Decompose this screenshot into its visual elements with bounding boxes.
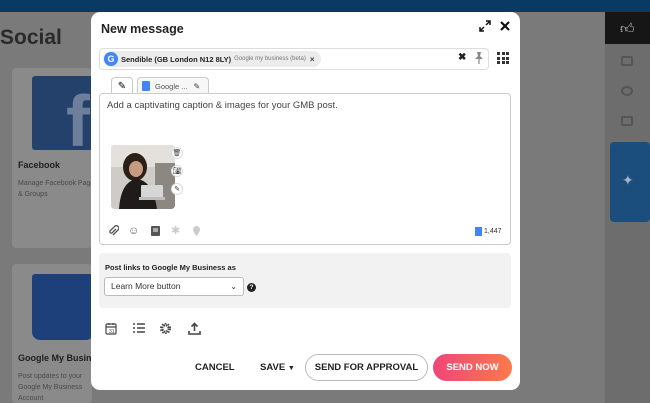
attached-image[interactable] bbox=[111, 145, 175, 209]
account-name: Sendible (GB London N12 8LY) bbox=[121, 54, 232, 64]
svg-text:31: 31 bbox=[109, 329, 115, 335]
attachment-icon[interactable] bbox=[108, 225, 120, 240]
save-label: SAVE bbox=[260, 362, 286, 373]
right-rail: 👍︎ ✦ bbox=[605, 12, 650, 403]
tab-google[interactable]: Google ... ✎ bbox=[137, 77, 209, 94]
thumbs-up-icon: 👍︎ bbox=[620, 20, 635, 36]
send-now-button[interactable]: SEND NOW bbox=[433, 354, 512, 381]
gmb-flag-icon bbox=[142, 81, 150, 91]
char-count: 1,447 bbox=[484, 228, 502, 235]
character-counter: 1,447 bbox=[475, 227, 502, 236]
facebook-logo-icon: f bbox=[32, 76, 94, 162]
calendar-icon[interactable]: 31 bbox=[105, 322, 119, 336]
top-bar bbox=[0, 0, 650, 12]
caption-placeholder[interactable]: Add a captivating caption & images for y… bbox=[107, 100, 338, 111]
save-button[interactable]: SAVE ▼ bbox=[260, 362, 295, 373]
emoji-icon[interactable]: ☺ bbox=[128, 225, 139, 237]
hide-icon[interactable]: ✱ bbox=[171, 225, 180, 237]
new-message-modal: New message G Sendible (GB London N12 8L… bbox=[91, 12, 520, 390]
pin-icon[interactable] bbox=[473, 51, 485, 65]
modal-title: New message bbox=[101, 22, 184, 36]
facebook-card-name: Facebook bbox=[18, 160, 61, 170]
post-links-label: Post links to Google My Business as bbox=[105, 263, 236, 272]
chevron-down-icon: ⌄ bbox=[230, 282, 237, 291]
gmb-card[interactable]: Google My Business Post updates to your … bbox=[12, 264, 107, 403]
google-avatar-icon: G bbox=[104, 52, 118, 66]
edit-tab-icon[interactable]: ✎ bbox=[194, 82, 201, 91]
edit-image-icon[interactable]: ✎ bbox=[171, 183, 183, 195]
page-title: Social bbox=[0, 26, 62, 49]
clear-accounts-icon[interactable]: ✖ bbox=[458, 52, 466, 63]
delete-image-icon[interactable]: 🗑︎ bbox=[171, 147, 183, 159]
cancel-button[interactable]: CANCEL bbox=[195, 362, 235, 373]
library-icon[interactable] bbox=[150, 225, 161, 240]
gmb-flag-icon bbox=[475, 227, 482, 236]
remove-account-icon[interactable]: × bbox=[310, 55, 315, 64]
facebook-card[interactable]: f Facebook Manage Facebook Pages & Group… bbox=[12, 68, 98, 248]
send-for-approval-button[interactable]: SEND FOR APPROVAL bbox=[305, 354, 428, 381]
account-selector[interactable]: G Sendible (GB London N12 8LY) Google my… bbox=[99, 48, 489, 70]
upload-icon[interactable] bbox=[188, 322, 202, 336]
rail-icon bbox=[621, 116, 633, 126]
tab-compose[interactable]: ✎ bbox=[111, 77, 133, 94]
account-chip[interactable]: G Sendible (GB London N12 8LY) Google my… bbox=[103, 51, 321, 67]
rail-icon bbox=[621, 86, 633, 96]
tab-google-label: Google ... bbox=[155, 81, 188, 91]
caret-down-icon: ▼ bbox=[287, 365, 295, 372]
expand-icon[interactable] bbox=[479, 20, 491, 35]
post-links-select[interactable]: Learn More button ⌄ bbox=[104, 277, 244, 296]
camera-icon[interactable]: 📷︎ bbox=[171, 165, 183, 177]
message-editor[interactable]: Add a captivating caption & images for y… bbox=[99, 93, 511, 245]
list-icon[interactable] bbox=[132, 322, 146, 336]
post-links-selected: Learn More button bbox=[111, 281, 181, 291]
post-links-section: Post links to Google My Business as Lear… bbox=[99, 253, 511, 308]
svg-text:f: f bbox=[66, 82, 91, 150]
help-icon[interactable]: ? bbox=[247, 283, 256, 292]
location-icon[interactable] bbox=[192, 225, 201, 240]
close-icon[interactable] bbox=[499, 20, 511, 35]
account-type: Google my business (beta) bbox=[234, 56, 306, 62]
gmb-card-desc: Post updates to your Google My Business … bbox=[18, 373, 83, 402]
pencil-icon: ✎ bbox=[117, 81, 127, 92]
rocket-icon: ✦ bbox=[622, 172, 634, 188]
facebook-card-desc: Manage Facebook Pages & Groups bbox=[18, 180, 98, 198]
gear-icon[interactable] bbox=[159, 322, 173, 336]
rail-action[interactable]: ✦ bbox=[610, 142, 650, 222]
gmb-logo-icon bbox=[32, 274, 94, 340]
grid-menu-icon[interactable] bbox=[497, 52, 511, 64]
rail-icon bbox=[621, 56, 633, 66]
